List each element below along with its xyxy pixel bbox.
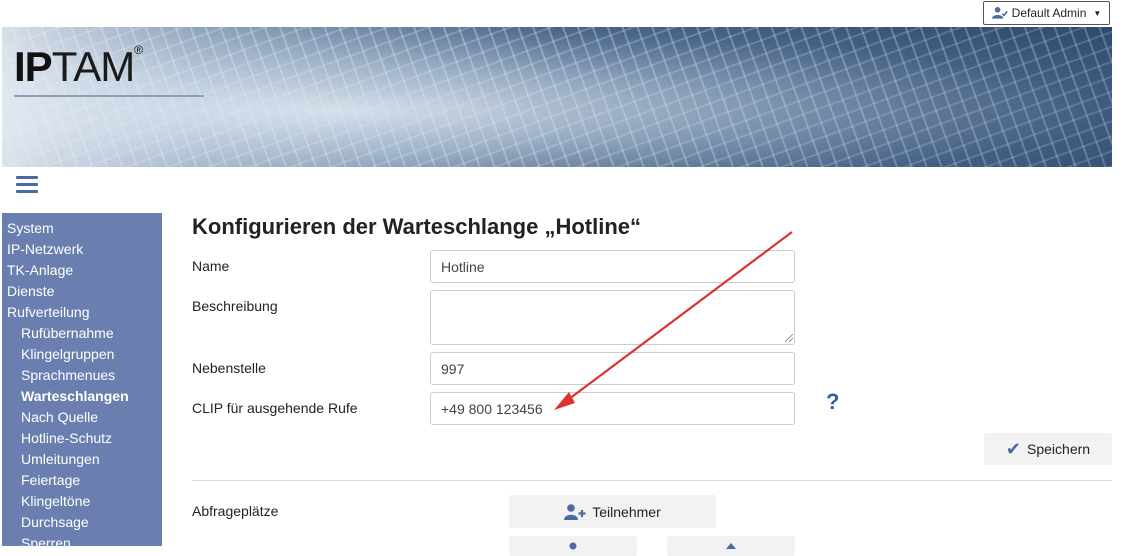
sidebar-item[interactable]: Klingeltöne [2,493,162,514]
banner-overlay [2,27,1112,167]
header-banner: IPTAM® [2,27,1112,167]
user-check-icon [991,7,1008,19]
sidebar-item[interactable]: Klingelgruppen [2,346,162,367]
logo-light: TAM [51,43,136,90]
resize-handle-icon[interactable] [785,334,793,342]
name-input[interactable] [430,250,795,283]
logo-underline [14,95,204,97]
user-plus-icon [564,503,586,520]
add-participant-button[interactable]: Teilnehmer [509,495,716,528]
logo: IPTAM® [14,43,143,91]
sidebar-item[interactable]: Feiertage [2,472,162,493]
hamburger-menu-icon[interactable] [16,176,38,194]
clip-label: CLIP für ausgehende Rufe [192,400,358,416]
sidebar-item[interactable]: Sperren [2,535,162,546]
section-divider [192,480,1112,481]
logo-bold: IP [14,43,53,90]
sidebar: System IP-Netzwerk TK-Anlage Dienste Rufvert… [2,213,162,546]
save-label: Speichern [1027,441,1091,457]
agent-action-button-1[interactable] [509,536,637,556]
agents-label: Abfrageplätze [192,503,279,519]
extension-label: Nebenstelle [192,360,266,376]
sidebar-item[interactable]: Hotline-Schutz [2,430,162,451]
clip-input[interactable] [430,392,795,425]
arrow-up-icon [726,543,736,549]
name-label: Name [192,258,230,274]
description-label: Beschreibung [192,298,278,314]
sidebar-list: System IP-Netzwerk TK-Anlage Dienste Rufvert… [2,213,162,546]
user-menu-label: Default Admin [1011,6,1087,20]
sidebar-item[interactable]: Dienste [2,283,162,304]
sidebar-item[interactable]: Umleitungen [2,451,162,472]
page-title: Konfigurieren der Warteschlange „Hotline… [192,214,642,239]
sidebar-item[interactable]: Rufübernahme [2,325,162,346]
description-textarea[interactable] [430,290,795,345]
logo-mark: ® [134,43,143,57]
sidebar-item[interactable]: IP-Netzwerk [2,241,162,262]
sidebar-item[interactable]: Durchsage [2,514,162,535]
sidebar-item[interactable]: System [2,220,162,241]
sidebar-item[interactable]: TK-Anlage [2,262,162,283]
agent-action-button-2[interactable] [667,536,795,556]
sidebar-item[interactable]: Nach Quelle [2,409,162,430]
sidebar-item[interactable]: Warteschlangen [2,388,162,409]
check-icon: ✔ [1005,439,1022,459]
save-button[interactable]: ✔ Speichern [984,433,1112,465]
sidebar-item[interactable]: Rufverteilung [2,304,162,325]
user-icon [569,542,577,550]
caret-down-icon: ▼ [1093,8,1102,18]
help-icon[interactable]: ? [826,389,839,415]
add-participant-label: Teilnehmer [592,503,661,520]
user-menu-button[interactable]: Default Admin ▼ [983,1,1110,25]
sidebar-item[interactable]: Sprachmenues [2,367,162,388]
extension-input[interactable] [430,352,795,385]
